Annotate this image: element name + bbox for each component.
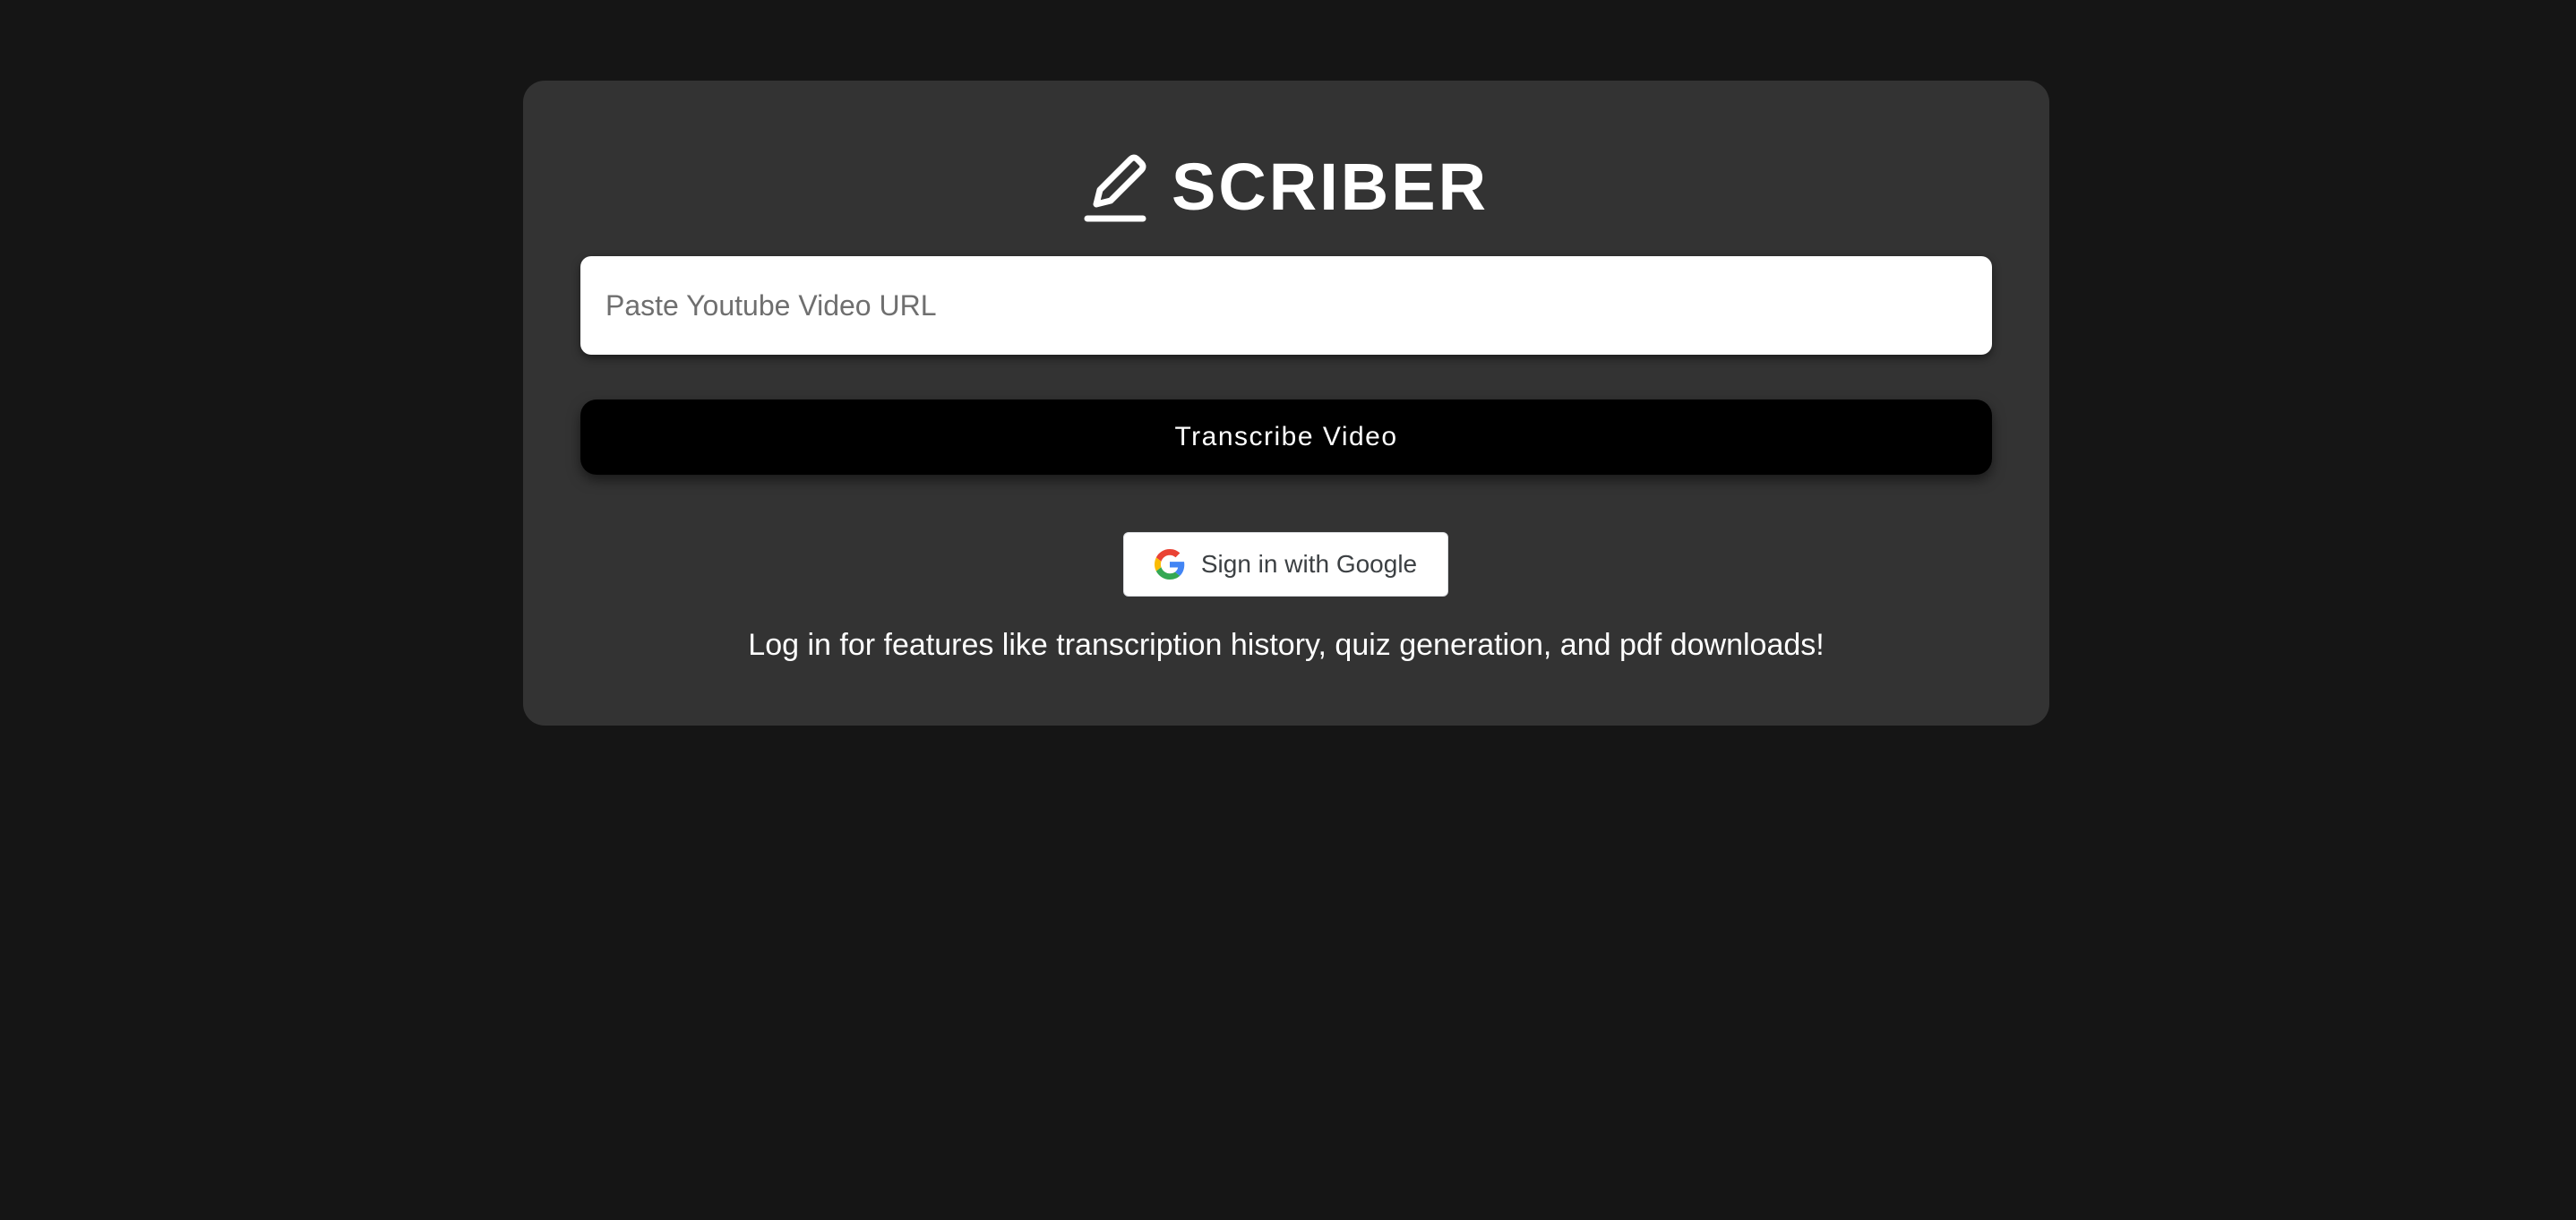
brand-header: SCRIBER [523,138,2049,236]
app-title: SCRIBER [1171,150,1490,224]
google-signin-button[interactable]: Sign in with Google [1123,532,1448,597]
login-features-note: Log in for features like transcription h… [748,628,1825,662]
main-card: SCRIBER Transcribe Video Sign in with Go… [523,81,2049,726]
google-signin-label: Sign in with Google [1200,550,1418,578]
pencil-icon [1084,154,1146,222]
google-icon [1154,549,1185,580]
youtube-url-input[interactable] [580,256,1992,355]
transcribe-video-button[interactable]: Transcribe Video [580,400,1992,475]
